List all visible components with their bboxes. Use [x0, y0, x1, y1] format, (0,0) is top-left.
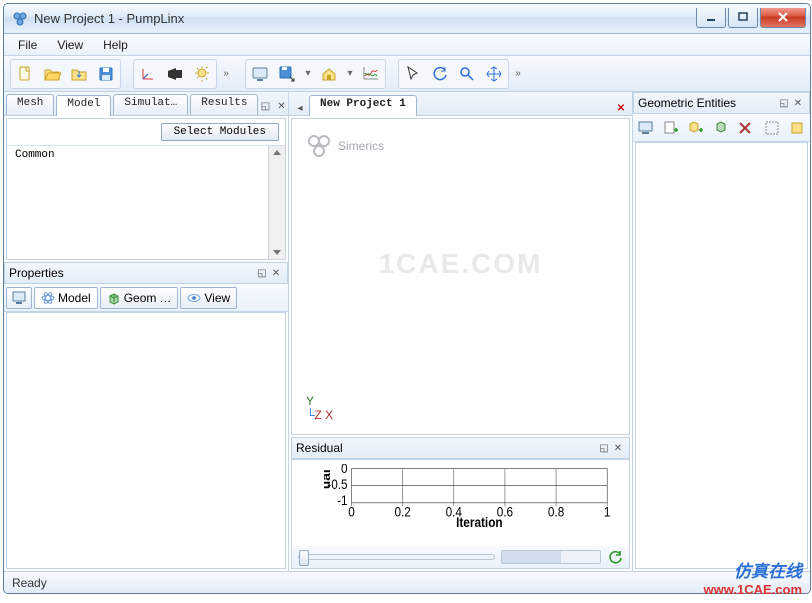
app-icon [12, 11, 28, 27]
tab-scroll-left-icon[interactable]: ◂ [293, 101, 307, 115]
geo-add-sheet-button[interactable] [660, 115, 683, 141]
pan-button[interactable] [481, 61, 507, 87]
simerics-icon [306, 133, 332, 159]
iteration-slider[interactable] [298, 554, 495, 560]
prop-tab-label: Geom [124, 291, 157, 305]
dropdown-icon[interactable]: ▾ [301, 68, 315, 79]
maximize-button[interactable] [728, 8, 758, 28]
properties-body [6, 312, 286, 569]
save-view-button[interactable] [274, 61, 300, 87]
geo-add-cube-button[interactable] [684, 115, 707, 141]
prop-tab-label: Model [58, 291, 91, 305]
undock-icon[interactable]: ◱ [777, 96, 791, 110]
geometry-header: Geometric Entities ◱ ✕ [633, 92, 810, 114]
menu-help[interactable]: Help [93, 36, 138, 54]
brand-text: Simerics [338, 139, 384, 153]
properties-header: Properties ◱ ✕ [4, 262, 288, 284]
list-item[interactable]: Common [7, 146, 285, 164]
watermark-text: 1CAE.COM [379, 248, 543, 280]
undock-icon[interactable]: ◱ [258, 99, 272, 113]
viewport-3d[interactable]: Simerics 1CAE.COM Y └Z X [291, 118, 630, 435]
eye-icon [187, 291, 201, 305]
document-tabstrip: ◂ New Project 1 ✕ [289, 92, 632, 116]
undock-icon[interactable]: ◱ [255, 266, 269, 280]
axes-button[interactable] [135, 61, 161, 87]
toolbar-overflow-2[interactable]: » [511, 68, 525, 79]
axis-gizmo: Y └Z X [306, 394, 333, 422]
scrollbar[interactable] [268, 146, 285, 259]
svg-text:-1: -1 [337, 492, 347, 508]
close-panel-icon[interactable]: ✕ [611, 441, 625, 455]
range-slider[interactable] [501, 550, 601, 564]
document-tab[interactable]: New Project 1 [309, 95, 417, 116]
svg-text:0: 0 [348, 504, 355, 520]
geo-filter-button[interactable] [785, 115, 808, 141]
menubar: File View Help [4, 34, 810, 56]
residual-panel: 0 -0.5 -1 0 0.2 0.4 0.6 0.8 1 Iteration … [291, 459, 630, 569]
prop-tab-label: View [204, 291, 230, 305]
svg-text:ual: ual [324, 469, 333, 489]
monitor-button[interactable] [247, 61, 273, 87]
light-button[interactable] [189, 61, 215, 87]
home-button[interactable] [316, 61, 342, 87]
plot-button[interactable] [358, 61, 384, 87]
cube-icon [107, 291, 121, 305]
residual-header: Residual ◱ ✕ [291, 437, 630, 459]
tab-results[interactable]: Results [190, 94, 258, 115]
close-panel-icon[interactable]: ✕ [274, 99, 288, 113]
minimize-button[interactable] [696, 8, 726, 28]
select-modules-button[interactable]: Select Modules [161, 123, 279, 141]
new-file-button[interactable] [12, 61, 38, 87]
geo-refresh-button[interactable] [709, 115, 732, 141]
main-toolbar: » ▾ ▾ » [4, 56, 810, 92]
close-document-icon[interactable]: ✕ [614, 101, 628, 115]
left-tabstrip: Mesh Model Simulat Results ◱ ✕ [4, 92, 288, 116]
prop-tab-tree[interactable] [6, 287, 32, 309]
undock-icon[interactable]: ◱ [597, 441, 611, 455]
svg-text:0: 0 [341, 464, 348, 476]
geo-delete-button[interactable] [734, 115, 757, 141]
svg-text:1: 1 [604, 504, 611, 520]
brand-logo: Simerics [306, 133, 384, 159]
import-button[interactable] [66, 61, 92, 87]
close-button[interactable] [760, 8, 806, 28]
titlebar: New Project 1 - PumpLinx [4, 4, 810, 34]
prop-tab-view[interactable]: View [180, 287, 237, 309]
properties-title: Properties [9, 266, 255, 280]
tab-model[interactable]: Model [56, 95, 111, 116]
refresh-icon[interactable] [607, 549, 623, 565]
open-file-button[interactable] [39, 61, 65, 87]
toolbar-overflow-1[interactable]: » [219, 68, 233, 79]
geometry-title: Geometric Entities [638, 96, 777, 110]
geo-select-button[interactable] [761, 115, 784, 141]
svg-text:Iteration: Iteration [456, 514, 503, 528]
svg-text:0.2: 0.2 [394, 504, 410, 520]
tree-icon [11, 290, 27, 306]
save-button[interactable] [93, 61, 119, 87]
close-panel-icon[interactable]: ✕ [791, 96, 805, 110]
atom-icon [41, 291, 55, 305]
svg-text:0.8: 0.8 [548, 504, 564, 520]
rotate-button[interactable] [427, 61, 453, 87]
prop-tab-geom[interactable]: Geom… [100, 287, 179, 309]
statusbar: Ready [4, 571, 810, 593]
pointer-button[interactable] [400, 61, 426, 87]
geometry-toolbar [633, 114, 810, 142]
dropdown-icon[interactable]: ▾ [343, 68, 357, 79]
close-panel-icon[interactable]: ✕ [269, 266, 283, 280]
window-title: New Project 1 - PumpLinx [34, 11, 694, 26]
camera-button[interactable] [162, 61, 188, 87]
menu-file[interactable]: File [8, 36, 47, 54]
geometry-tree [635, 142, 808, 569]
residual-chart: 0 -0.5 -1 0 0.2 0.4 0.6 0.8 1 Iteration … [292, 460, 629, 546]
menu-view[interactable]: View [47, 36, 93, 54]
modules-list: Common [7, 145, 285, 259]
zoom-button[interactable] [454, 61, 480, 87]
status-text: Ready [12, 576, 47, 590]
geo-display-button[interactable] [635, 115, 658, 141]
residual-title: Residual [296, 441, 597, 455]
tab-mesh[interactable]: Mesh [6, 94, 54, 115]
prop-tab-model[interactable]: Model [34, 287, 98, 309]
tab-simulation[interactable]: Simulat [113, 94, 188, 115]
